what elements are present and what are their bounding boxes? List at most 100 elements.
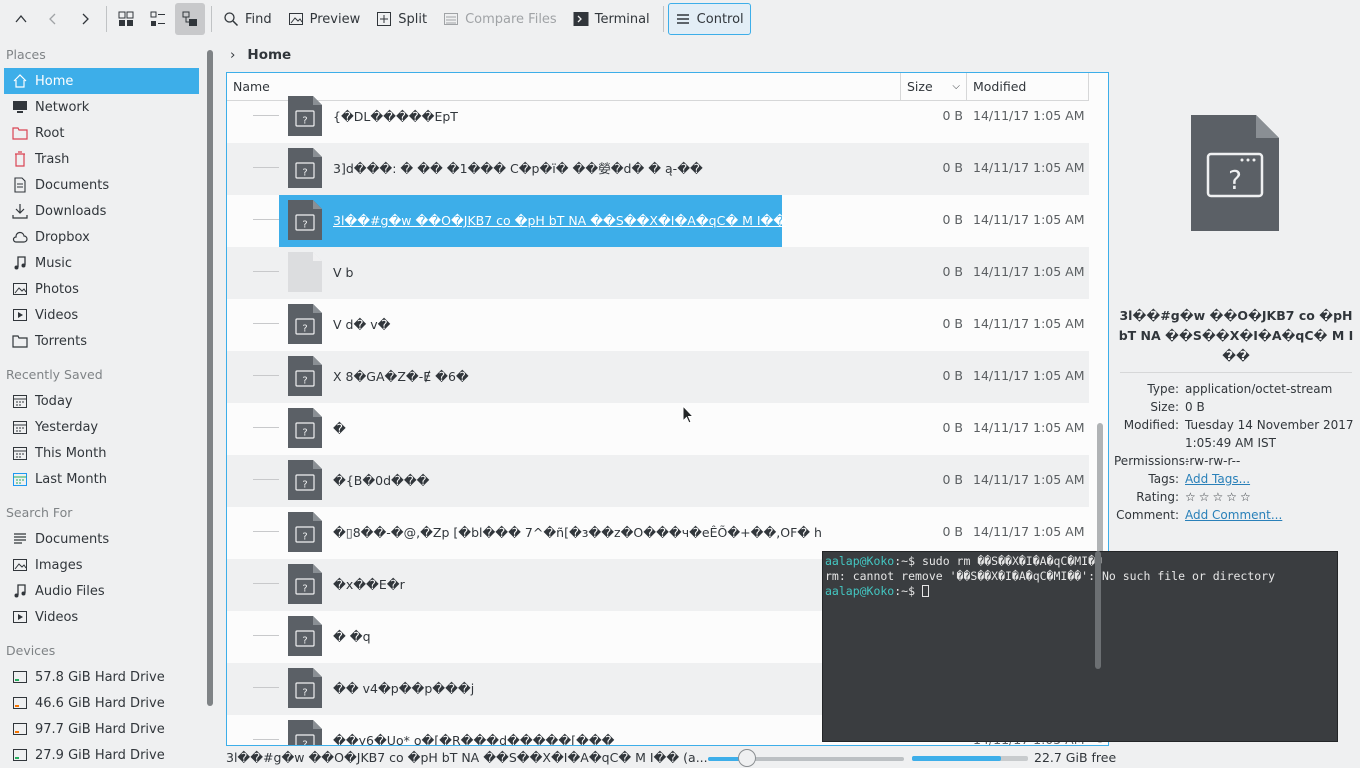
compare-files-button[interactable]: Compare Files bbox=[436, 3, 564, 35]
sidebar-item-label: 27.9 GiB Hard Drive bbox=[35, 747, 165, 763]
file-row[interactable]: ? {�DL�����EpT 0 B 14/11/17 1:05 AM bbox=[227, 91, 1089, 143]
sidebar-item-label: Videos bbox=[35, 307, 79, 323]
details-view-button[interactable] bbox=[175, 3, 205, 35]
unknown-file-icon: ? bbox=[287, 95, 323, 137]
sidebar-scrollbar[interactable] bbox=[207, 50, 213, 706]
add-comment-link[interactable]: Add Comment... bbox=[1185, 508, 1282, 522]
cloud-icon bbox=[12, 229, 28, 245]
terminal-label: Terminal bbox=[594, 11, 650, 27]
split-button[interactable]: Split bbox=[369, 3, 434, 35]
terminal-scrollbar[interactable] bbox=[1095, 551, 1101, 669]
sidebar-item-drive-1[interactable]: 57.8 GiB Hard Drive bbox=[4, 664, 199, 690]
file-row[interactable]: ? 3l��#g�w ��O�JKB7 co �pH bT NA ��S��X�I… bbox=[227, 195, 1089, 247]
zoom-slider-handle[interactable] bbox=[738, 749, 757, 767]
sidebar-item-search-videos[interactable]: Videos bbox=[4, 604, 199, 630]
chevron-right-icon[interactable]: › bbox=[230, 47, 235, 63]
sidebar-item-root[interactable]: Root bbox=[4, 120, 199, 146]
sidebar-item-yesterday[interactable]: Yesterday bbox=[4, 414, 199, 440]
sidebar-item-label: Torrents bbox=[35, 333, 87, 349]
sidebar-item-videos[interactable]: Videos bbox=[4, 302, 199, 328]
forward-button[interactable] bbox=[70, 3, 100, 35]
status-text: 3l��#g�w ��O�JKB7 co �pH bT NA ��S��X�I�… bbox=[226, 750, 708, 765]
file-name: �{B�0d��� bbox=[333, 473, 430, 488]
sidebar-item-label: Root bbox=[35, 125, 65, 141]
terminal-cursor bbox=[921, 585, 929, 597]
file-row[interactable]: ? X 8�GA�Z�-Ɇ �6� 0 B 14/11/17 1:05 AM bbox=[227, 351, 1089, 403]
terminal-button[interactable]: Terminal bbox=[566, 3, 657, 35]
sidebar-item-music[interactable]: Music bbox=[4, 250, 199, 276]
sidebar-item-trash[interactable]: Trash bbox=[4, 146, 199, 172]
sidebar-item-photos[interactable]: Photos bbox=[4, 276, 199, 302]
devices-section-header: Devices bbox=[6, 643, 56, 658]
sidebar-item-last-month[interactable]: Last Month bbox=[4, 466, 199, 492]
tree-line bbox=[253, 167, 279, 168]
type-value: application/octet-stream bbox=[1185, 382, 1333, 396]
terminal-icon bbox=[573, 12, 589, 26]
home-icon bbox=[12, 73, 28, 89]
file-name: �▯8��-�@,�Zp [�bl��� 7^�ñ[�з��z�O���ч�eÊ… bbox=[333, 525, 822, 540]
tree-line bbox=[253, 583, 279, 584]
document-icon bbox=[12, 177, 28, 193]
sidebar-item-dropbox[interactable]: Dropbox bbox=[4, 224, 199, 250]
file-name: V d� v� bbox=[333, 317, 391, 332]
compact-view-icon bbox=[150, 11, 165, 26]
sidebar-item-this-month[interactable]: This Month bbox=[4, 440, 199, 466]
file-row[interactable]: ? V d� v� 0 B 14/11/17 1:05 AM bbox=[227, 299, 1089, 351]
sidebar-item-search-images[interactable]: Images bbox=[4, 552, 199, 578]
sidebar-item-drive-2[interactable]: 46.6 GiB Hard Drive bbox=[4, 690, 199, 716]
split-label: Split bbox=[398, 11, 428, 27]
sidebar-item-network[interactable]: Network bbox=[4, 94, 199, 120]
sidebar-item-label: Network bbox=[35, 99, 90, 115]
compare-files-label: Compare Files bbox=[465, 11, 557, 27]
download-icon bbox=[12, 203, 28, 219]
tree-line bbox=[253, 115, 279, 116]
sidebar-item-drive-3[interactable]: 97.7 GiB Hard Drive bbox=[4, 716, 199, 742]
breadcrumb-home[interactable]: Home bbox=[247, 47, 291, 63]
file-name: V b bbox=[333, 265, 354, 280]
sidebar-item-label: 97.7 GiB Hard Drive bbox=[35, 721, 165, 737]
control-button[interactable]: Control bbox=[667, 3, 751, 35]
permissions-label: Permissions: bbox=[1114, 454, 1190, 468]
sidebar-item-torrents[interactable]: Torrents bbox=[4, 328, 199, 354]
svg-text:?: ? bbox=[302, 532, 307, 543]
up-button[interactable] bbox=[6, 3, 36, 35]
svg-text:?: ? bbox=[302, 116, 307, 127]
unknown-file-icon: ? bbox=[287, 667, 323, 709]
file-row[interactable]: ? � 0 B 14/11/17 1:05 AM bbox=[227, 403, 1089, 455]
find-button[interactable]: Find bbox=[216, 3, 279, 35]
toolbar-separator bbox=[662, 6, 664, 32]
icons-view-button[interactable] bbox=[111, 3, 141, 35]
places-section-header: Places bbox=[6, 47, 46, 62]
svg-text:?: ? bbox=[302, 480, 307, 491]
file-metadata: Type: application/octet-stream Size: 0 B M… bbox=[1114, 380, 1360, 524]
preview-label: Preview bbox=[309, 11, 361, 27]
sidebar-item-label: Videos bbox=[35, 609, 79, 625]
sidebar-item-documents[interactable]: Documents bbox=[4, 172, 199, 198]
sidebar-item-drive-4[interactable]: 27.9 GiB Hard Drive bbox=[4, 742, 199, 768]
sidebar-item-downloads[interactable]: Downloads bbox=[4, 198, 199, 224]
sidebar-item-home[interactable]: Home bbox=[4, 68, 199, 94]
permissions-value: -rw-rw-r-- bbox=[1185, 454, 1241, 468]
file-row[interactable]: ? �{B�0d��� 0 B 14/11/17 1:05 AM bbox=[227, 455, 1089, 507]
file-size: 0 B bbox=[942, 212, 963, 227]
tree-line bbox=[253, 219, 279, 220]
sidebar-item-today[interactable]: Today bbox=[4, 388, 199, 414]
compact-view-button[interactable] bbox=[143, 3, 173, 35]
text-lines-icon bbox=[12, 531, 28, 547]
sidebar-item-search-audio[interactable]: Audio Files bbox=[4, 578, 199, 604]
search-for-section-header: Search For bbox=[6, 505, 73, 520]
modified-value: Tuesday 14 November 2017 1:05:49 AM IST bbox=[1185, 418, 1354, 450]
hard-drive-icon bbox=[12, 747, 28, 763]
terminal-panel[interactable]: aalap@Koko:~$ sudo rm ��S��X�I�A�qC�MI��… bbox=[822, 551, 1338, 742]
file-modified: 14/11/17 1:05 AM bbox=[973, 472, 1085, 487]
file-row[interactable]: ? 3]d���: � �� �1��� C�p�ï� ��嫈�d� � ą-�… bbox=[227, 143, 1089, 195]
terminal-prompt: aalap@Koko bbox=[825, 554, 895, 568]
file-row[interactable]: V b 0 B 14/11/17 1:05 AM bbox=[227, 247, 1089, 299]
back-button[interactable] bbox=[38, 3, 68, 35]
sidebar-item-search-documents[interactable]: Documents bbox=[4, 526, 199, 552]
rating-stars[interactable]: ☆☆☆☆☆ bbox=[1185, 488, 1355, 506]
add-tags-link[interactable]: Add Tags... bbox=[1185, 472, 1250, 486]
sidebar-item-label: 57.8 GiB Hard Drive bbox=[35, 669, 165, 685]
terminal-line-2: rm: cannot remove '��S��X�I�A�qC�MI��': … bbox=[825, 569, 1276, 583]
preview-button[interactable]: Preview bbox=[281, 3, 368, 35]
